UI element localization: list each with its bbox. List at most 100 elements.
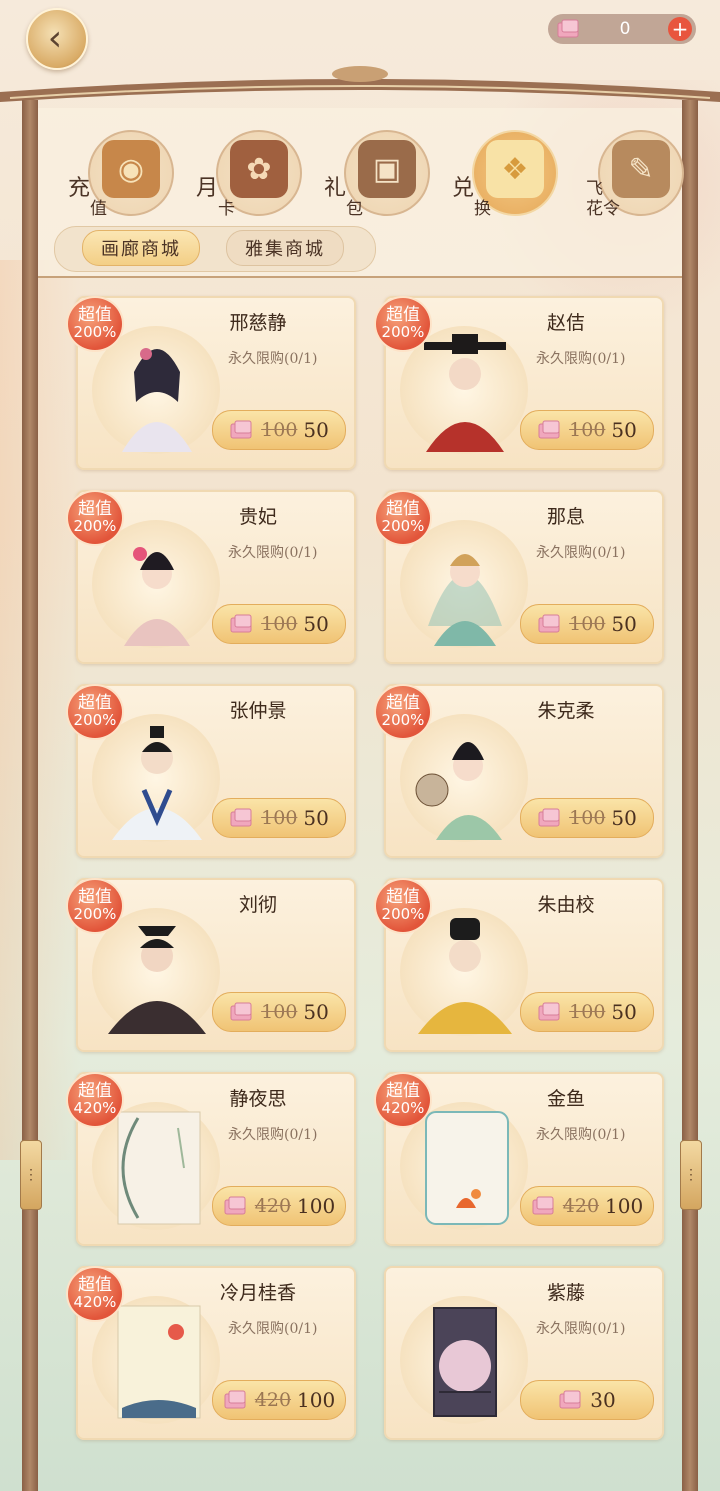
value-badge: 超值 200%: [374, 684, 432, 740]
buy-button[interactable]: 30: [520, 1380, 654, 1420]
currency-count: 0: [619, 19, 631, 39]
frame-portrait: [433, 1307, 497, 1417]
buy-button[interactable]: 100 50: [212, 798, 346, 838]
value-badge: 超值 200%: [374, 490, 432, 546]
badge-percent: 200%: [73, 711, 117, 730]
shop-item-card[interactable]: 赵佶 永久限购(0/1) 100 50 超值 200%: [374, 296, 664, 470]
tab-label-1: 充: [68, 176, 91, 201]
ticket-icon: [538, 1002, 560, 1021]
sale-price: 50: [303, 1000, 329, 1024]
purchase-limit: 永久限购(0/1): [536, 351, 626, 367]
buy-button[interactable]: 420 100: [212, 1186, 346, 1226]
item-name: 朱由校: [537, 894, 595, 916]
item-name: 静夜思: [229, 1088, 287, 1110]
ticket-icon: [557, 19, 579, 38]
buy-button[interactable]: 100 50: [212, 604, 346, 644]
ticket-icon: [230, 808, 252, 827]
buy-button[interactable]: 420 100: [212, 1380, 346, 1420]
frame-portrait: [425, 1111, 509, 1225]
purchase-limit: 永久限购(0/1): [228, 1127, 318, 1143]
tab-label-2: 包: [346, 199, 363, 219]
gift-box-icon: ▣: [358, 140, 416, 198]
buy-button[interactable]: 100 50: [520, 798, 654, 838]
shop-item-card[interactable]: 紫藤 永久限购(0/1) 30: [384, 1266, 664, 1440]
exchange-gift-icon: ❖: [486, 140, 544, 198]
shop-item-card[interactable]: 那息 永久限购(0/1) 100 50 超值 200%: [374, 490, 664, 664]
tab-label-2: 换: [474, 199, 491, 219]
buy-button[interactable]: 100 50: [520, 604, 654, 644]
back-arrow-icon: ‹: [47, 18, 63, 59]
category-tabs: ◉ 充 值 ✿ 月 卡 ▣ 礼 包 ❖ 兑 换 ✎ 飞 花令: [38, 122, 684, 222]
buy-button[interactable]: 100 50: [520, 992, 654, 1032]
original-price: 420: [254, 1389, 292, 1411]
character-portrait: [112, 726, 202, 840]
value-badge: 超值 200%: [66, 684, 124, 740]
shop-item-card[interactable]: 朱由校 100 50 超值 200%: [374, 878, 664, 1052]
buy-button[interactable]: 100 50: [212, 992, 346, 1032]
ticket-icon: [224, 1196, 246, 1215]
badge-percent: 200%: [73, 323, 117, 342]
shop-item-card[interactable]: 金鱼 永久限购(0/1) 420 100 超值 420%: [374, 1072, 664, 1246]
shop-item-card[interactable]: 冷月桂香 永久限购(0/1) 420 100 超值 420%: [66, 1266, 356, 1440]
frame-portrait: [117, 1111, 201, 1225]
tab-gift-pack[interactable]: ▣ 礼 包: [324, 122, 434, 222]
character-portrait: [108, 926, 206, 1034]
original-price: 420: [254, 1195, 292, 1217]
tab-recharge[interactable]: ◉ 充 值: [68, 122, 178, 222]
tab-feihualing[interactable]: ✎ 飞 花令: [578, 122, 688, 222]
tab-monthly-card[interactable]: ✿ 月 卡: [196, 122, 306, 222]
sale-price: 100: [297, 1388, 336, 1412]
sale-price: 50: [303, 806, 329, 830]
buy-button[interactable]: 420 100: [520, 1186, 654, 1226]
frame-right-knob: ⋮: [680, 1140, 702, 1210]
back-button[interactable]: ‹: [26, 8, 88, 70]
scroll-icon: ✎: [612, 140, 670, 198]
sale-price: 50: [611, 1000, 637, 1024]
add-currency-button[interactable]: +: [668, 17, 692, 41]
purchase-limit: 永久限购(0/1): [228, 1321, 318, 1337]
ticket-icon: [230, 614, 252, 633]
badge-percent: 200%: [73, 517, 117, 536]
frame-left-pillar: [22, 100, 38, 1491]
frame-right-pillar: [682, 100, 698, 1491]
buy-button[interactable]: 100 50: [212, 410, 346, 450]
tab-label-1: 月: [196, 176, 219, 201]
original-price: 100: [569, 419, 606, 441]
badge-percent: 200%: [381, 905, 425, 924]
character-portrait: [122, 348, 192, 452]
ticket-icon: [538, 808, 560, 827]
frame-left-knob: ⋮: [20, 1140, 42, 1210]
badge-percent: 200%: [381, 711, 425, 730]
tab-label-2: 花令: [586, 199, 620, 219]
ticket-icon: [538, 420, 560, 439]
item-name: 那息: [546, 506, 585, 528]
character-portrait: [124, 547, 190, 646]
subtab-bar: 画廊商城 雅集商城: [38, 222, 682, 274]
shop-item-card[interactable]: 邢慈静 永久限购(0/1) 100 50 超值 200%: [66, 296, 356, 470]
ticket-icon: [559, 1390, 581, 1409]
shop-item-card[interactable]: 贵妃 永久限购(0/1) 100 50 超值 200%: [66, 490, 356, 664]
badge-percent: 420%: [73, 1293, 117, 1312]
sale-price: 30: [590, 1388, 616, 1412]
shop-item-card[interactable]: 张仲景 100 50 超值 200%: [66, 684, 356, 858]
tab-label-2: 值: [90, 199, 107, 219]
tab-exchange[interactable]: ❖ 兑 换: [452, 122, 562, 222]
subtab-gallery-shop[interactable]: 画廊商城: [82, 230, 200, 266]
badge-percent: 200%: [73, 905, 117, 924]
sale-price: 100: [297, 1194, 336, 1218]
shop-item-card[interactable]: 静夜思 永久限购(0/1) 420 100 超值 420%: [66, 1072, 356, 1246]
value-badge: 超值 200%: [66, 878, 124, 934]
card-icon: ✿: [230, 140, 288, 198]
ticket-icon: [532, 1196, 554, 1215]
frame-portrait: [117, 1305, 201, 1419]
value-badge: 超值 200%: [374, 296, 432, 352]
buy-button[interactable]: 100 50: [520, 410, 654, 450]
shop-item-card[interactable]: 朱克柔 100 50 超值 200%: [374, 684, 664, 858]
subtab-elegant-shop[interactable]: 雅集商城: [226, 230, 344, 266]
original-price: 100: [569, 1001, 606, 1023]
item-name: 刘彻: [238, 894, 277, 916]
value-badge: 超值 200%: [66, 490, 124, 546]
value-badge: 超值 420%: [66, 1266, 124, 1322]
original-price: 100: [261, 807, 298, 829]
shop-item-card[interactable]: 刘彻 100 50 超值 200%: [66, 878, 356, 1052]
